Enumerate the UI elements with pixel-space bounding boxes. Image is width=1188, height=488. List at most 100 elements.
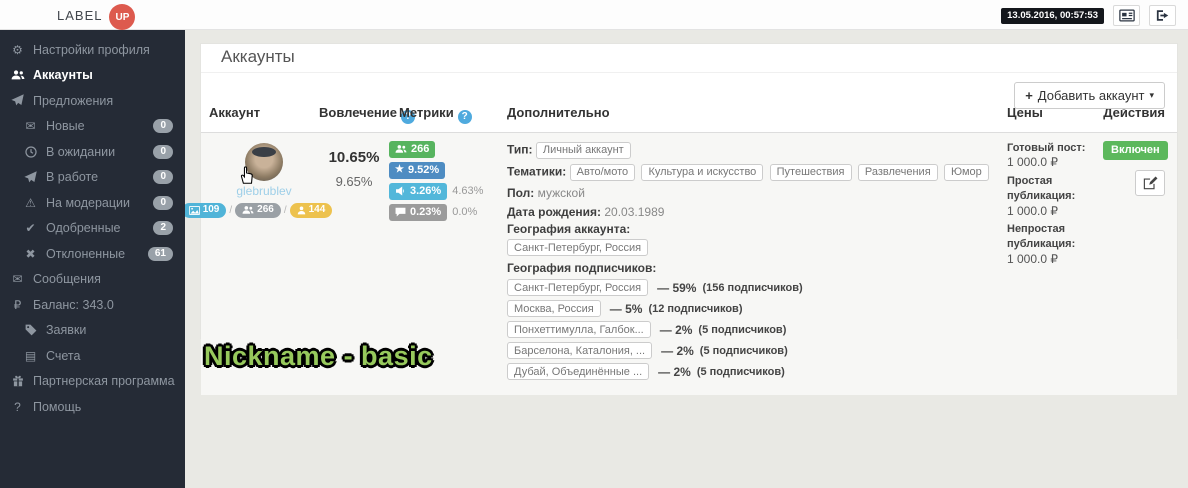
sidebar-item-moderation[interactable]: ⚠ На модерации 0 bbox=[0, 190, 185, 216]
followers-count: 266 bbox=[257, 204, 274, 215]
credit-card-icon: ▤ bbox=[24, 348, 37, 363]
likes-metric-badge: ★ 9.52% bbox=[389, 161, 446, 179]
comments-metric: 0.23% bbox=[410, 206, 442, 218]
edit-button[interactable] bbox=[1135, 169, 1165, 196]
price-value: 1 000.0 ₽ bbox=[1007, 155, 1059, 170]
column-header-engagement-label: Вовлечение bbox=[319, 105, 397, 120]
geo-tag: Москва, Россия bbox=[507, 300, 601, 318]
logo-text: LABEL bbox=[57, 7, 103, 23]
sidebar-item-balance[interactable]: ₽ Баланс: 343.0 bbox=[0, 292, 185, 318]
metrics-help-icon[interactable]: ? bbox=[457, 109, 472, 124]
users-icon bbox=[10, 69, 25, 81]
count-badge: 0 bbox=[153, 195, 173, 210]
geo-share: — 2% bbox=[659, 322, 693, 337]
sidebar-item-profile-settings[interactable]: ⚙ Настройки профиля bbox=[0, 37, 185, 63]
sidebar-item-label: Новые bbox=[46, 119, 85, 134]
price-value: 1 000.0 ₽ bbox=[1007, 251, 1059, 266]
type-tag: Личный аккаунт bbox=[535, 141, 631, 159]
gender-label: Пол: bbox=[507, 185, 535, 200]
topic-tag: Развлечения bbox=[857, 163, 938, 181]
plus-icon: + bbox=[1025, 88, 1033, 103]
geo-tag: Барселона, Каталония, ... bbox=[507, 342, 653, 360]
account-geo-tag: Санкт-Петербург, Россия bbox=[507, 239, 649, 257]
followers-count-pill: 266 bbox=[235, 202, 281, 218]
photos-count-pill: 109 bbox=[181, 202, 227, 218]
check-icon: ✔ bbox=[25, 221, 36, 236]
geo-count: (156 подписчиков) bbox=[702, 281, 803, 294]
followers-geo-row: Понхеттимулла, Галбок... — 2% (5 подписч… bbox=[507, 320, 1007, 339]
separator: / bbox=[229, 204, 233, 216]
comments-metric-badge: 0.23% bbox=[389, 203, 448, 221]
sidebar-item-label: Предложения bbox=[33, 93, 114, 108]
paper-plane-icon bbox=[10, 94, 25, 107]
comment-icon bbox=[395, 207, 406, 217]
sidebar-item-label: Отклоненные bbox=[46, 246, 126, 261]
gender-value: мужской bbox=[537, 185, 585, 200]
envelope-icon: ✉ bbox=[25, 119, 36, 134]
sidebar-item-offers[interactable]: Предложения bbox=[0, 88, 185, 114]
geo-count: (5 подписчиков) bbox=[699, 344, 788, 357]
sidebar-item-label: Баланс: 343.0 bbox=[33, 297, 114, 312]
geo-share: — 2% bbox=[661, 343, 694, 358]
image-icon bbox=[188, 205, 200, 215]
news-button[interactable] bbox=[1113, 5, 1140, 26]
geo-count: (12 подписчиков) bbox=[648, 302, 743, 315]
users-icon bbox=[242, 206, 254, 214]
price-label: Простая публикация: bbox=[1007, 174, 1076, 202]
add-account-label: Добавить аккаунт bbox=[1037, 88, 1145, 103]
sidebar-item-partner-program[interactable]: Партнерская программа bbox=[0, 369, 185, 395]
sidebar-item-label: Помощь bbox=[33, 399, 82, 414]
sidebar-item-requests[interactable]: Заявки bbox=[0, 318, 185, 344]
sidebar: ⚙ Настройки профиля Аккаунты Предложения… bbox=[0, 30, 185, 488]
column-header-account: Аккаунт bbox=[209, 105, 261, 120]
page-title: Аккаунты bbox=[201, 44, 1177, 73]
sidebar-item-approved[interactable]: ✔ Одобренные 2 bbox=[0, 216, 185, 242]
engagement-primary: 10.65% bbox=[328, 148, 380, 166]
sidebar-item-in-progress[interactable]: В работе 0 bbox=[0, 165, 185, 191]
sidebar-item-label: Одобренные bbox=[46, 221, 121, 236]
sidebar-item-label: Счета bbox=[46, 348, 81, 363]
mouse-cursor-icon bbox=[240, 166, 253, 184]
reach-metric: 3.26% bbox=[410, 185, 442, 197]
question-icon: ? bbox=[14, 399, 21, 414]
followers-metric-badge: 266 bbox=[389, 140, 436, 158]
session-timestamp: 13.05.2016, 00:57:53 bbox=[1001, 8, 1104, 24]
megaphone-icon bbox=[396, 186, 405, 196]
count-badge: 0 bbox=[153, 119, 173, 134]
sidebar-item-label: Аккаунты bbox=[33, 68, 93, 83]
sidebar-item-messages[interactable]: ✉ Сообщения bbox=[0, 267, 185, 293]
sidebar-item-pending[interactable]: В ожидании 0 bbox=[0, 139, 185, 165]
username-link[interactable]: glebrublev bbox=[209, 184, 319, 198]
sidebar-item-help[interactable]: ? Помощь bbox=[0, 394, 185, 420]
status-badge[interactable]: Включен bbox=[1103, 140, 1168, 160]
sidebar-item-accounts[interactable]: Аккаунты bbox=[0, 63, 185, 89]
edit-icon bbox=[1143, 175, 1157, 189]
top-bar: LABEL UP 13.05.2016, 00:57:53 bbox=[0, 0, 1188, 30]
topic-tag: Юмор bbox=[944, 163, 989, 181]
followers-geo-label: География подписчиков: bbox=[507, 261, 657, 276]
logout-button[interactable] bbox=[1149, 5, 1176, 26]
followers-geo-row: Дубай, Объединённые ... — 2% (5 подписчи… bbox=[507, 362, 1007, 381]
geo-tag: Понхеттимулла, Галбок... bbox=[507, 321, 651, 339]
sidebar-item-rejected[interactable]: ✖ Отклоненные 61 bbox=[0, 241, 185, 267]
gift-icon bbox=[10, 375, 25, 387]
chevron-down-icon: ▾ bbox=[1149, 90, 1154, 100]
sidebar-item-new[interactable]: ✉ Новые 0 bbox=[0, 114, 185, 140]
count-badge: 0 bbox=[153, 170, 173, 185]
photos-count: 109 bbox=[202, 204, 220, 215]
paper-plane-icon bbox=[23, 170, 38, 184]
topic-tag: Путешествия bbox=[769, 163, 852, 181]
actions-cell: Включен bbox=[1103, 140, 1168, 384]
warning-icon: ⚠ bbox=[25, 195, 36, 210]
accounts-panel: Аккаунты + Добавить аккаунт ▾ Аккаунт Во… bbox=[181, 43, 1178, 396]
star-icon: ★ bbox=[395, 164, 404, 175]
person-icon bbox=[297, 206, 305, 214]
column-header-metrics: Метрики? bbox=[389, 105, 497, 124]
add-account-button[interactable]: + Добавить аккаунт ▾ bbox=[1014, 82, 1165, 109]
geo-share: — 2% bbox=[658, 364, 691, 379]
logo-up-badge: UP bbox=[109, 4, 136, 30]
reach-metric-badge: 3.26% bbox=[389, 182, 448, 200]
geo-tag: Дубай, Объединённые ... bbox=[507, 363, 650, 381]
sidebar-item-label: Сообщения bbox=[33, 272, 101, 287]
sidebar-item-invoices[interactable]: ▤ Счета bbox=[0, 343, 185, 369]
